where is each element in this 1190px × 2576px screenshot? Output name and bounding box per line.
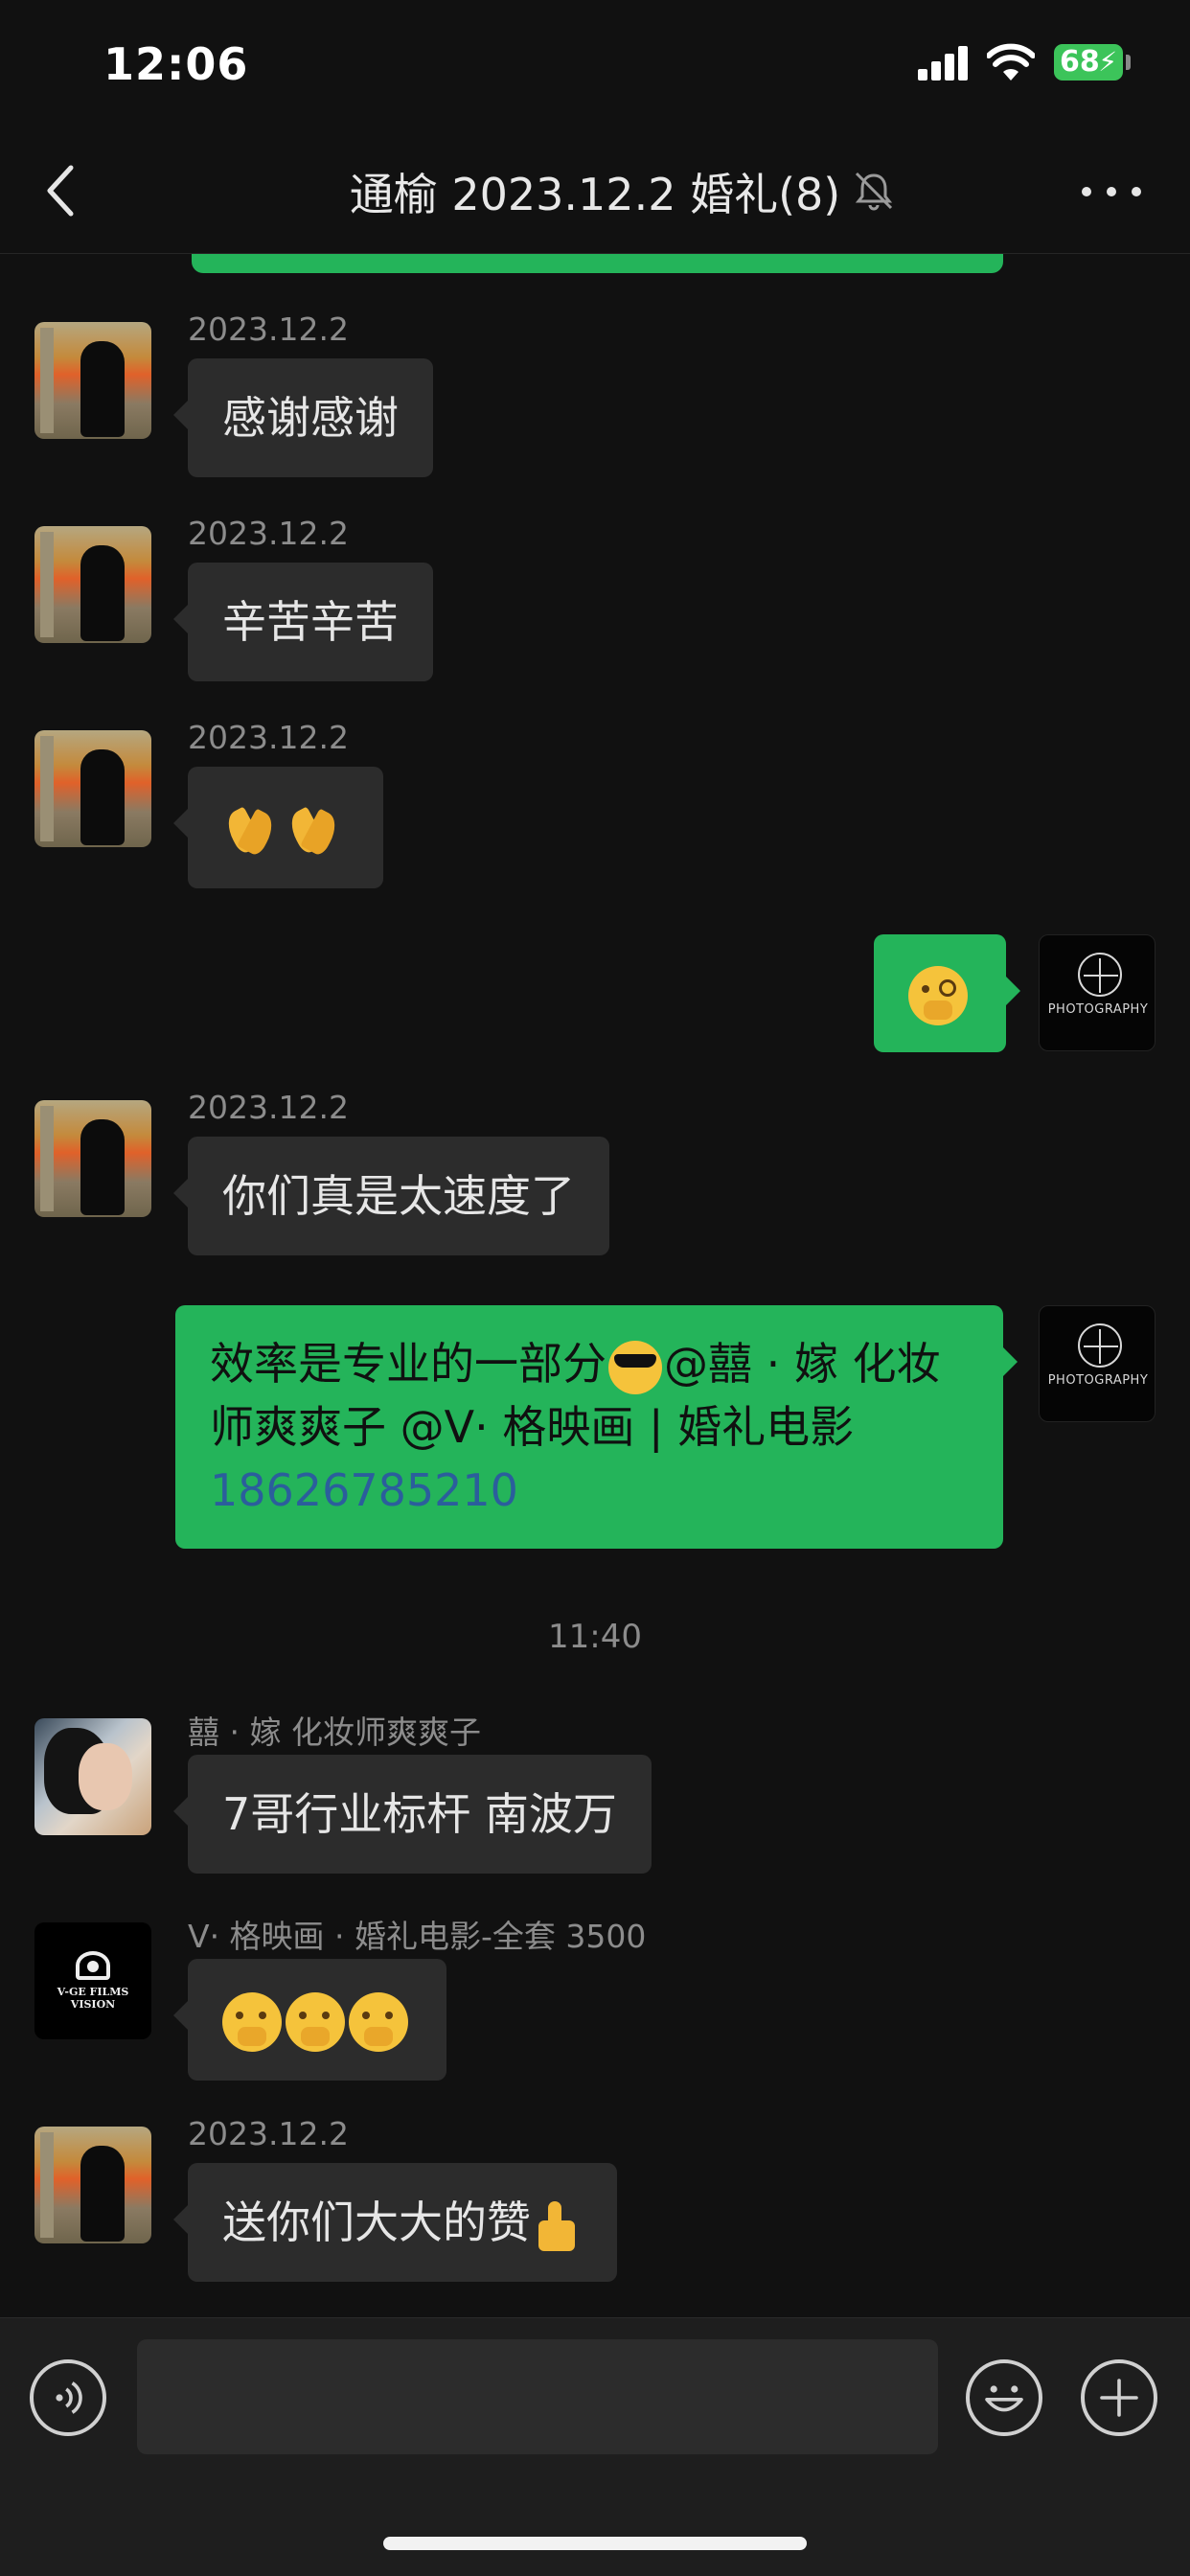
message-text: 送你们大大的赞 bbox=[222, 2196, 531, 2248]
message-text: 效率是专业的一部分 bbox=[210, 1338, 606, 1390]
folded-hands-icon bbox=[286, 800, 345, 860]
message-bubble[interactable] bbox=[173, 1959, 446, 2081]
avatar[interactable]: V-GE FILMS VISION bbox=[34, 1922, 151, 2039]
sunglasses-face-icon bbox=[608, 1340, 662, 1394]
muted-bell-icon bbox=[855, 172, 893, 211]
sender-name: V· 格映画 · 婚礼电影-全套 3500 bbox=[188, 1918, 647, 1955]
sender-name: 囍 · 嫁 化妆师爽爽子 bbox=[188, 1714, 481, 1751]
avatar[interactable] bbox=[34, 526, 151, 643]
avatar[interactable] bbox=[34, 322, 151, 439]
avatar[interactable] bbox=[34, 2127, 151, 2243]
sender-name: 2023.12.2 bbox=[188, 310, 349, 348]
cellular-signal-icon bbox=[918, 46, 970, 80]
emoji-button[interactable] bbox=[966, 2359, 1042, 2436]
chat-title: 通榆 2023.12.2 婚礼(8) bbox=[349, 169, 841, 220]
battery-level: 68 bbox=[1060, 45, 1100, 79]
shushing-face-icon bbox=[349, 1991, 408, 2052]
avatar-studio-text: PHOTOGRAPHY bbox=[1047, 1373, 1149, 1388]
folded-hands-icon bbox=[222, 800, 282, 860]
message-bubble[interactable]: 送你们大大的赞 bbox=[173, 2163, 617, 2282]
chat-header: 通榆 2023.12.2 婚礼(8) bbox=[0, 129, 1190, 254]
avatar[interactable] bbox=[34, 1100, 151, 1217]
wifi-icon bbox=[987, 43, 1035, 80]
avatar[interactable] bbox=[34, 730, 151, 847]
message-bubble[interactable]: 感谢感谢 bbox=[173, 358, 433, 477]
message-bubble[interactable]: 辛苦辛苦 bbox=[173, 563, 433, 681]
message-bubble[interactable]: 7哥行业标杆 南波万 bbox=[173, 1755, 652, 1874]
avatar-studio-text: PHOTOGRAPHY bbox=[1047, 1002, 1149, 1017]
plus-button[interactable] bbox=[1081, 2359, 1157, 2436]
thumbs-up-icon bbox=[535, 2199, 583, 2253]
sender-name: 2023.12.2 bbox=[188, 515, 349, 552]
battery-icon: 68 ⚡ bbox=[1054, 44, 1123, 80]
avatar[interactable] bbox=[34, 1718, 151, 1835]
shushing-face-icon bbox=[286, 1991, 345, 2052]
sender-name: 2023.12.2 bbox=[188, 719, 349, 756]
input-bar bbox=[0, 2317, 1190, 2576]
more-options-button[interactable] bbox=[1073, 168, 1150, 216]
charging-bolt-icon: ⚡ bbox=[1098, 46, 1117, 78]
message-bubble-self[interactable]: 效率是专业的一部分 @囍 · 嫁 化妆师爽爽子 @V· 格映画 | 婚礼电影 186… bbox=[175, 1305, 1018, 1549]
sender-name: 2023.12.2 bbox=[188, 1089, 349, 1126]
battery-nub bbox=[1126, 55, 1131, 70]
message-input[interactable] bbox=[137, 2339, 938, 2454]
message-bubble[interactable]: 你们真是太速度了 bbox=[173, 1137, 609, 1255]
self-avatar[interactable]: PHOTOGRAPHY bbox=[1039, 1305, 1156, 1422]
home-indicator[interactable] bbox=[383, 2537, 807, 2550]
chat-screen: 12:06 68 ⚡ 通榆 2023.12.2 婚礼(8) 2023.12.2 … bbox=[0, 0, 1190, 2576]
voice-input-button[interactable] bbox=[30, 2359, 106, 2436]
phone-number-link[interactable]: 18626785210 bbox=[210, 1464, 518, 1516]
monocle-face-icon bbox=[908, 965, 968, 1025]
message-bubble-self[interactable] bbox=[874, 934, 1020, 1052]
status-time: 12:06 bbox=[103, 38, 249, 90]
self-avatar[interactable]: PHOTOGRAPHY bbox=[1039, 934, 1156, 1051]
sender-name: 2023.12.2 bbox=[188, 2115, 349, 2152]
status-bar: 12:06 68 ⚡ bbox=[0, 0, 1190, 129]
shushing-face-icon bbox=[222, 1991, 282, 2052]
time-separator: 11:40 bbox=[548, 1618, 642, 1656]
avatar-films-text: V-GE FILMS VISION bbox=[57, 1986, 129, 2011]
message-bubble[interactable] bbox=[173, 767, 383, 888]
